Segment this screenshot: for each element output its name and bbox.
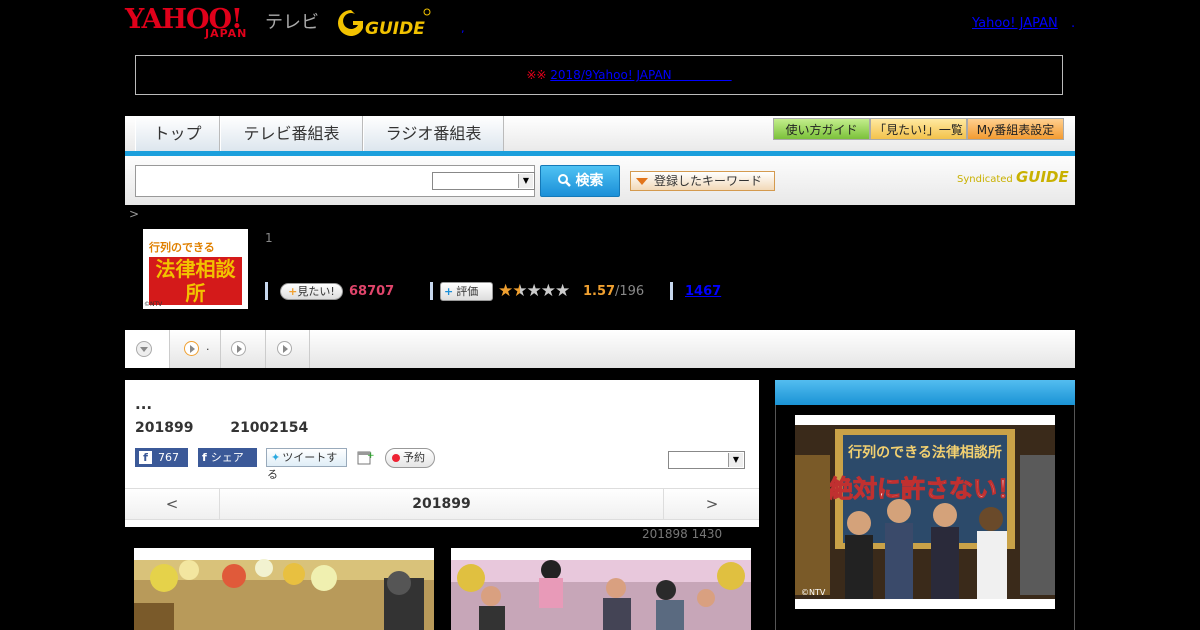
review-count-link[interactable]: 1467 bbox=[685, 284, 721, 299]
episode-select[interactable]: ▼ bbox=[668, 451, 745, 469]
chevron-down-icon: ▼ bbox=[518, 174, 533, 188]
sidebar-header bbox=[775, 380, 1075, 405]
chevron-down-icon: ▼ bbox=[728, 453, 743, 467]
search-button-label: 検索 bbox=[575, 173, 604, 189]
episode-photo[interactable] bbox=[451, 548, 751, 630]
svg-text:+: + bbox=[367, 451, 374, 461]
calendar-add-icon[interactable]: + bbox=[357, 449, 375, 465]
thumb-title-line2: 法律相談所 bbox=[149, 257, 242, 305]
tab-divider bbox=[220, 330, 221, 368]
reserve-label: 予約 bbox=[403, 451, 425, 464]
episode-photo[interactable] bbox=[134, 548, 434, 630]
mitai-button[interactable]: +見たい! bbox=[280, 283, 343, 300]
notice-link[interactable]: 2018/9Yahoo! JAPAN bbox=[550, 68, 731, 82]
plus-icon: + bbox=[444, 285, 454, 298]
thumb-credit: ©NTV bbox=[144, 301, 163, 308]
nav-tab-tv-schedule[interactable]: テレビ番組表 bbox=[220, 116, 363, 151]
date-pager: < 201899 > bbox=[125, 488, 759, 520]
broadcast-sub-info: 201898 1430 bbox=[642, 527, 723, 541]
search-button[interactable]: 検索 bbox=[540, 165, 620, 197]
rate-label: 評価 bbox=[456, 285, 479, 298]
yahoo-japan-link[interactable]: Yahoo! JAPAN bbox=[972, 16, 1058, 31]
pager-date: 201899 bbox=[412, 496, 471, 512]
guide-button[interactable]: 使い方ガイド bbox=[773, 118, 870, 140]
my-schedule-settings-button[interactable]: My番組表設定 bbox=[967, 118, 1064, 140]
rating-stars: ★★★★★ bbox=[498, 281, 570, 301]
tv-logo-text: テレビ bbox=[265, 12, 319, 33]
star-empty-icon: ★ bbox=[555, 281, 570, 301]
facebook-share-button[interactable]: f シェア bbox=[198, 448, 257, 467]
registered-keyword-label: 登録したキーワード bbox=[654, 174, 763, 188]
rating-total: /196 bbox=[615, 284, 645, 299]
svg-text:©NTV: ©NTV bbox=[801, 588, 826, 597]
rating-value: 1.57 bbox=[583, 284, 616, 299]
notice-marks: ※※ bbox=[526, 68, 547, 82]
syndicated-text: Syndicated bbox=[957, 174, 1013, 185]
tab-dot: . bbox=[206, 340, 210, 353]
facebook-like-button[interactable]: f 767 bbox=[135, 448, 188, 467]
syndicated-logo-text: GUIDE bbox=[1015, 168, 1069, 186]
star-empty-icon: ★ bbox=[526, 281, 542, 301]
thumb-title-line1: 行列のできる bbox=[149, 241, 215, 254]
episode-time-value: 21002154 bbox=[230, 420, 309, 436]
nav-tab-top[interactable]: トップ bbox=[135, 116, 220, 151]
record-dot-icon bbox=[392, 454, 400, 462]
star-full-icon: ★ bbox=[498, 281, 513, 301]
divider bbox=[265, 282, 268, 300]
pager-prev-button[interactable]: < bbox=[125, 489, 220, 519]
triangle-down-icon bbox=[636, 178, 648, 185]
tab-divider bbox=[169, 330, 170, 368]
divider bbox=[670, 282, 673, 300]
tab-divider bbox=[265, 330, 266, 368]
facebook-icon: f bbox=[202, 451, 207, 464]
search-row: ▼ 検索 登録したキーワード Syndicated GUIDE bbox=[125, 156, 1075, 205]
episode-date: 201899 21002154 bbox=[135, 420, 308, 436]
tab-divider bbox=[309, 330, 310, 368]
twitter-bird-icon: ✦ bbox=[271, 451, 281, 464]
star-empty-icon: ★ bbox=[540, 281, 556, 301]
svg-text:行列のできる法律相談所: 行列のできる法律相談所 bbox=[847, 444, 1002, 461]
plus-icon: + bbox=[288, 285, 298, 298]
gguide-logo[interactable]: GUIDE bbox=[335, 6, 431, 40]
main-nav: トップ テレビ番組表 ラジオ番組表 使い方ガイド 「見たい!」一覧 My番組表設… bbox=[125, 116, 1075, 152]
mitai-label: 見たい! bbox=[297, 285, 335, 298]
yahoo-japan-logo-text: JAPAN bbox=[205, 27, 248, 40]
episode-date-value: 201899 bbox=[135, 420, 194, 436]
facebook-count: 767 bbox=[158, 451, 179, 464]
header-dot: . bbox=[1071, 16, 1076, 31]
notice-box: ※※ 2018/9Yahoo! JAPAN bbox=[135, 55, 1063, 95]
rate-button[interactable]: + 評価 bbox=[440, 282, 493, 301]
tweet-button[interactable]: ✦ ツイートする bbox=[266, 448, 347, 481]
play-icon[interactable] bbox=[277, 341, 292, 356]
search-icon bbox=[557, 174, 571, 187]
svg-text:GUIDE: GUIDE bbox=[365, 19, 425, 39]
svg-text:絶対に許さない！: 絶対に許さない！ bbox=[829, 475, 1021, 503]
play-icon[interactable] bbox=[231, 341, 246, 356]
program-thumbnail[interactable]: 行列のできる 法律相談所 ©NTV bbox=[143, 229, 248, 309]
search-category-select[interactable]: ▼ bbox=[432, 172, 535, 190]
pager-next-button[interactable]: > bbox=[663, 489, 760, 519]
registered-keyword-button[interactable]: 登録したキーワード bbox=[630, 171, 775, 191]
reserve-button[interactable]: 予約 bbox=[385, 448, 435, 468]
divider bbox=[430, 282, 433, 300]
nav-tab-radio-schedule[interactable]: ラジオ番組表 bbox=[363, 116, 504, 151]
play-icon[interactable] bbox=[184, 341, 199, 356]
program-tabs: . bbox=[125, 330, 1075, 368]
sidebar-program-photo[interactable]: 行列のできる法律相談所 絶対に許さない！ ©NTV bbox=[795, 415, 1055, 609]
syndicated-gguide-logo: Syndicated GUIDE bbox=[957, 168, 1069, 186]
program-number: 1 bbox=[265, 231, 273, 245]
share-label: シェア bbox=[210, 451, 244, 464]
facebook-icon: f bbox=[139, 451, 152, 464]
star-half-icon: ★ bbox=[512, 281, 527, 301]
mitai-count: 68707 bbox=[349, 284, 395, 299]
header-small-dot: , bbox=[461, 22, 465, 35]
breadcrumb: > bbox=[129, 207, 140, 221]
chevron-down-icon bbox=[136, 341, 152, 357]
mitai-list-button[interactable]: 「見たい!」一覧 bbox=[870, 118, 967, 140]
episode-title: ... bbox=[135, 395, 153, 413]
tab-overview[interactable] bbox=[125, 330, 169, 368]
